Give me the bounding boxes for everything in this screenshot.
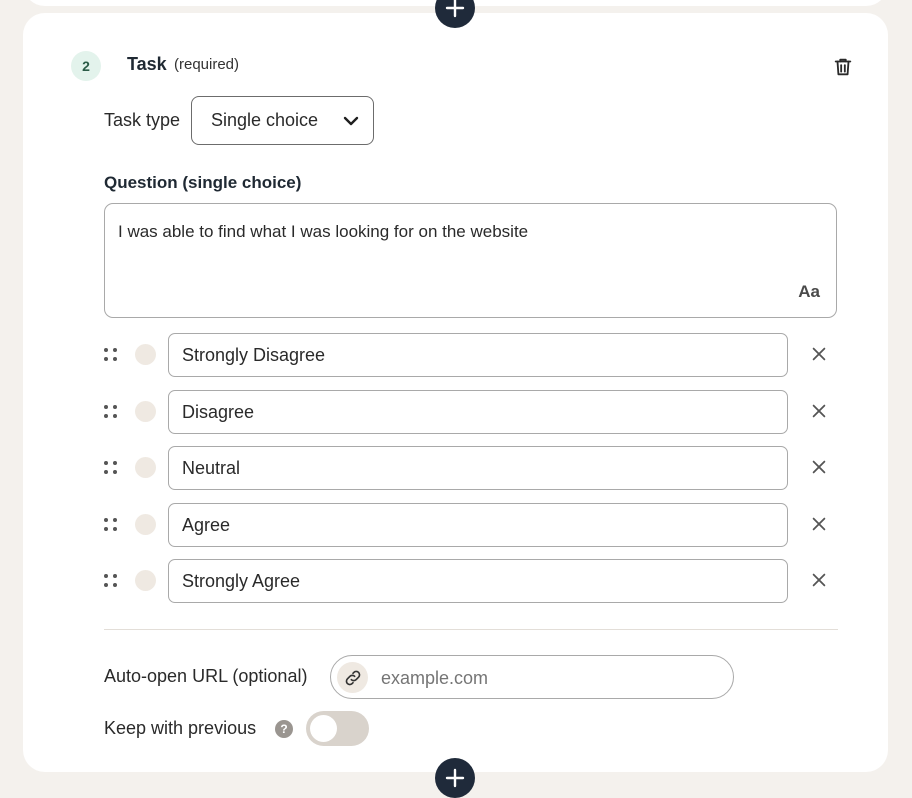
trash-icon <box>834 58 852 76</box>
radio-circle <box>135 401 156 422</box>
drag-handle-icon[interactable] <box>104 574 118 588</box>
close-icon[interactable] <box>809 344 829 364</box>
step-number-badge: 2 <box>71 51 101 81</box>
close-icon[interactable] <box>809 457 829 477</box>
option-row: Neutral <box>104 446 834 490</box>
drag-handle-icon[interactable] <box>104 461 118 475</box>
auto-open-url-label: Auto-open URL (optional) <box>104 666 308 686</box>
radio-circle <box>135 344 156 365</box>
option-row: Strongly Disagree <box>104 333 834 377</box>
drag-handle-icon[interactable] <box>104 405 118 419</box>
link-icon <box>337 662 368 693</box>
option-input[interactable]: Strongly Agree <box>168 559 788 603</box>
question-label: Question (single choice) <box>104 173 302 192</box>
option-input[interactable]: Strongly Disagree <box>168 333 788 377</box>
auto-open-url-field[interactable] <box>330 655 734 699</box>
option-row: Agree <box>104 503 834 547</box>
option-input[interactable]: Disagree <box>168 390 788 434</box>
toggle-knob <box>310 715 337 742</box>
section-divider <box>104 629 838 630</box>
text-format-button[interactable]: Aa <box>798 282 820 302</box>
plus-icon <box>445 768 465 788</box>
plus-icon <box>445 0 465 18</box>
add-task-below-button[interactable] <box>435 758 475 798</box>
keep-with-previous-toggle[interactable] <box>306 711 369 746</box>
option-input[interactable]: Agree <box>168 503 788 547</box>
close-icon[interactable] <box>809 401 829 421</box>
task-required-label: (required) <box>174 56 240 73</box>
radio-circle <box>135 457 156 478</box>
drag-handle-icon[interactable] <box>104 518 118 532</box>
help-icon[interactable]: ? <box>275 720 293 738</box>
chevron-down-icon <box>343 116 359 126</box>
task-title: Task <box>127 54 167 74</box>
task-type-label: Task type <box>104 110 181 130</box>
radio-circle <box>135 570 156 591</box>
keep-with-previous-label: Keep with previous <box>104 718 257 738</box>
option-row: Strongly Agree <box>104 559 834 603</box>
drag-handle-icon[interactable] <box>104 348 118 362</box>
delete-task-button[interactable] <box>831 55 855 79</box>
task-type-select[interactable]: Single choice <box>191 96 374 145</box>
radio-circle <box>135 514 156 535</box>
close-icon[interactable] <box>809 570 829 590</box>
auto-open-url-input[interactable] <box>381 668 711 689</box>
close-icon[interactable] <box>809 514 829 534</box>
option-row: Disagree <box>104 390 834 434</box>
option-input[interactable]: Neutral <box>168 446 788 490</box>
question-text: I was able to find what I was looking fo… <box>118 222 529 241</box>
task-type-value: Single choice <box>211 110 319 130</box>
question-textarea[interactable]: I was able to find what I was looking fo… <box>104 203 837 318</box>
